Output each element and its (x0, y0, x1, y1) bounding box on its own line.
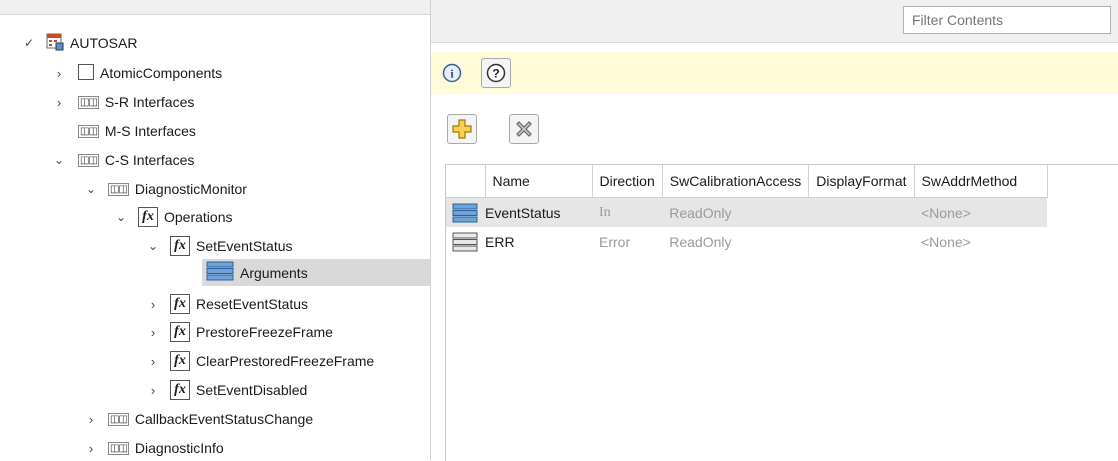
cell-direction[interactable]: Error (592, 227, 662, 256)
tree-node-ms-interfaces[interactable]: ◫◫ M-S Interfaces (66, 118, 196, 144)
tree-node-reset-event-status[interactable]: › fx ResetEventStatus (146, 291, 308, 317)
tree-node-callback-event-status-change[interactable]: › ◫◫ CallbackEventStatusChange (84, 406, 313, 432)
tree-header-bar (0, 0, 430, 15)
chevron-right-icon[interactable]: › (52, 95, 66, 110)
chevron-right-icon[interactable]: › (146, 297, 160, 312)
tree-node-prestore-freeze-frame[interactable]: › fx PrestoreFreezeFrame (146, 319, 333, 345)
chevron-right-icon[interactable]: › (146, 325, 160, 340)
cell-display-format[interactable] (808, 197, 914, 227)
tree-node-label: DiagnosticInfo (134, 440, 224, 456)
tree-node-label: SetEventDisabled (196, 382, 308, 398)
function-icon: fx (170, 294, 190, 314)
function-icon: fx (170, 380, 190, 400)
table-row[interactable]: ERR Error ReadOnly <None> (446, 227, 1047, 256)
cell-sw-addr-method[interactable]: <None> (914, 197, 1047, 227)
function-icon: fx (170, 236, 190, 256)
add-icon (452, 119, 472, 139)
chevron-right-icon[interactable]: › (84, 412, 98, 427)
chevron-down-icon[interactable]: ⌄ (114, 210, 128, 224)
interface-icon: ◫◫ (78, 153, 99, 167)
tree-node-cs-interfaces[interactable]: ⌄ ◫◫ C-S Interfaces (52, 147, 194, 173)
function-icon: fx (170, 322, 190, 342)
table-header-row: Name Direction SwCalibrationAccess Displ… (446, 165, 1048, 198)
help-icon: ? (486, 63, 506, 83)
tree-node-label: C-S Interfaces (104, 152, 195, 168)
chevron-down-icon[interactable]: ⌄ (52, 153, 66, 167)
tree-node-set-event-disabled[interactable]: › fx SetEventDisabled (146, 377, 307, 403)
chevron-right-icon[interactable]: › (146, 383, 160, 398)
component-box-icon (78, 63, 94, 83)
tree-node-diagnostic-info[interactable]: › ◫◫ DiagnosticInfo (84, 435, 224, 461)
cs-interface-icon: ◫◫ (108, 412, 129, 426)
arguments-table: Name Direction SwCalibrationAccess Displ… (445, 164, 1118, 461)
delete-button[interactable] (509, 114, 539, 144)
filter-bar (431, 0, 1118, 43)
add-button[interactable] (447, 114, 477, 144)
arguments-icon (206, 261, 234, 284)
column-header-name[interactable]: Name (485, 165, 593, 198)
argument-icon (452, 203, 478, 222)
row-icon-cell (446, 197, 485, 227)
svg-text:?: ? (492, 67, 499, 81)
delete-icon (516, 121, 532, 137)
tree-node-label: AUTOSAR (70, 35, 138, 51)
column-header-direction[interactable]: Direction (592, 165, 663, 198)
chevron-right-icon[interactable]: › (84, 441, 98, 456)
tree-node-atomic-components[interactable]: › AtomicComponents (52, 60, 222, 86)
function-icon: fx (138, 207, 158, 227)
cs-interface-icon: ◫◫ (108, 182, 129, 196)
info-icon[interactable]: i (439, 60, 465, 86)
icon-column-header (446, 165, 486, 198)
interface-icon: ◫◫ (78, 124, 99, 138)
tree-node-label: Arguments (240, 264, 308, 281)
properties-panel: i ? Name Direction SwCalibrationAccess D… (431, 0, 1118, 461)
table-row[interactable]: EventStatus In ReadOnly <None> (446, 197, 1047, 227)
argument-icon (452, 232, 478, 251)
cell-sw-addr-method[interactable]: <None> (914, 227, 1047, 256)
cell-sw-calibration-access[interactable]: ReadOnly (662, 197, 809, 227)
tree-node-set-event-status[interactable]: ⌄ fx SetEventStatus (146, 233, 293, 259)
cell-name[interactable]: EventStatus (485, 197, 592, 227)
tree-node-operations[interactable]: ⌄ fx Operations (114, 204, 232, 230)
tree-node-label: SetEventStatus (196, 238, 293, 254)
tree-node-clear-prestored-freeze-frame[interactable]: › fx ClearPrestoredFreezeFrame (146, 348, 374, 374)
tree-node-label: Operations (164, 209, 233, 225)
info-bar: i ? (431, 52, 1118, 94)
tree-node-arguments[interactable]: Arguments (202, 259, 430, 286)
tree-node-sr-interfaces[interactable]: › ◫◫ S-R Interfaces (52, 89, 195, 115)
tree-node-label: ResetEventStatus (196, 296, 309, 312)
cs-interface-icon: ◫◫ (108, 441, 129, 455)
tree-node-label: DiagnosticMonitor (134, 181, 247, 197)
tree-node-label: PrestoreFreezeFrame (196, 324, 333, 340)
tree-node-label: ClearPrestoredFreezeFrame (196, 353, 375, 369)
filter-contents-input[interactable] (903, 6, 1111, 34)
row-icon-cell (446, 227, 485, 256)
cell-direction[interactable]: In (592, 197, 663, 227)
column-header-sw-addr-method[interactable]: SwAddrMethod (914, 165, 1048, 198)
cell-name[interactable]: ERR (485, 227, 592, 256)
tree-node-label: CallbackEventStatusChange (134, 411, 314, 427)
chevron-down-icon[interactable]: ⌄ (146, 239, 160, 253)
chevron-right-icon[interactable]: › (146, 354, 160, 369)
column-header-display-format[interactable]: DisplayFormat (808, 165, 915, 198)
tree-node-label: S-R Interfaces (104, 94, 195, 110)
tree-node-autosar[interactable]: ✓ AUTOSAR (22, 30, 137, 56)
tree-node-diagnostic-monitor[interactable]: ⌄ ◫◫ DiagnosticMonitor (84, 176, 247, 202)
help-button[interactable]: ? (481, 58, 511, 88)
cell-sw-calibration-access[interactable]: ReadOnly (662, 227, 809, 256)
column-header-sw-calibration-access[interactable]: SwCalibrationAccess (662, 165, 810, 198)
tree-node-label: AtomicComponents (100, 65, 223, 81)
tree-panel: ✓ AUTOSAR › AtomicComponents › ◫◫ S-R In… (0, 0, 431, 460)
function-icon: fx (170, 351, 190, 371)
cell-display-format[interactable] (809, 227, 914, 256)
interface-icon: ◫◫ (78, 95, 99, 109)
chevron-down-icon[interactable]: ⌄ (84, 182, 98, 196)
tree-node-label: M-S Interfaces (104, 123, 196, 139)
chevron-down-icon[interactable]: ✓ (22, 36, 36, 50)
chevron-right-icon[interactable]: › (52, 66, 66, 81)
autosar-package-icon (46, 33, 64, 54)
